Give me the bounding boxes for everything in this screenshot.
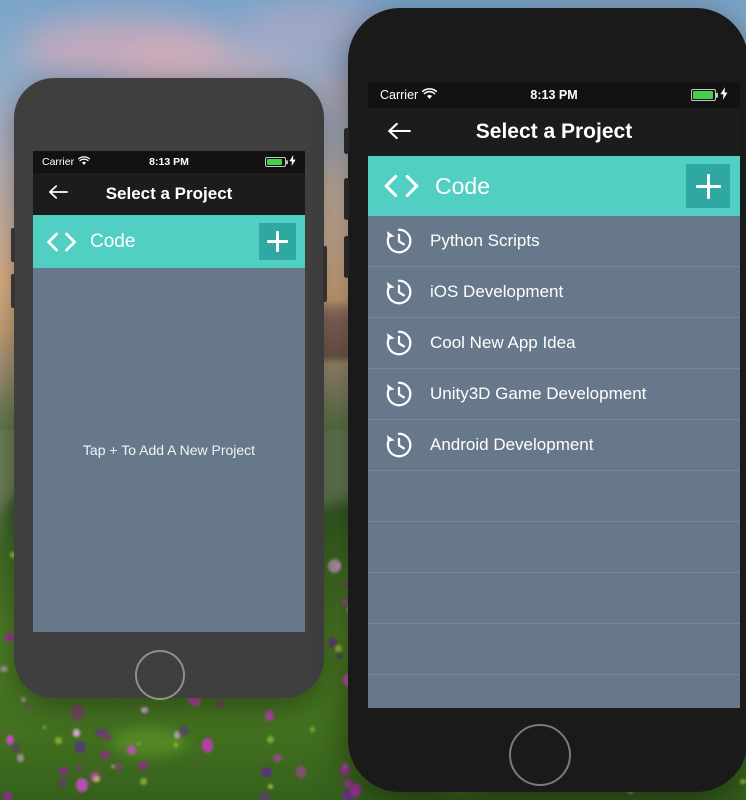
back-button[interactable] xyxy=(43,173,73,215)
history-clock-icon xyxy=(382,275,416,309)
nav-bar: Select a Project xyxy=(368,108,740,156)
project-label: iOS Development xyxy=(430,282,564,301)
flower xyxy=(179,726,189,737)
flower xyxy=(59,778,66,787)
bud xyxy=(739,778,746,785)
carrier-label: Carrier xyxy=(380,88,419,102)
project-list-empty-row xyxy=(368,573,740,624)
project-list-empty-row xyxy=(368,471,740,522)
phone-left-screen: Carrier 8:13 PM Select a Project Code Ta… xyxy=(33,151,305,632)
project-list: Tap + To Add A New Project xyxy=(33,268,305,632)
page-title: Select a Project xyxy=(105,184,233,203)
history-clock-icon xyxy=(382,428,416,462)
phone-right: Carrier 8:13 PM Select a Project Code Py… xyxy=(344,8,746,792)
bud xyxy=(110,764,115,769)
back-button[interactable] xyxy=(382,108,416,156)
status-bar-left: Carrier xyxy=(380,87,438,103)
history-clock-icon xyxy=(382,326,416,360)
project-label: Unity3D Game Development xyxy=(430,384,647,403)
lightning-bolt-icon xyxy=(289,155,296,169)
flower xyxy=(104,733,112,740)
flower xyxy=(75,765,82,772)
bud xyxy=(55,737,62,744)
bud xyxy=(266,735,274,743)
wifi-icon xyxy=(77,155,90,169)
project-list-empty-row xyxy=(368,522,740,573)
status-bar: Carrier 8:13 PM xyxy=(368,82,740,108)
lightning-bolt-icon xyxy=(720,87,728,103)
flower xyxy=(139,760,148,771)
code-brackets-icon xyxy=(45,231,79,253)
plus-icon xyxy=(267,231,288,252)
bud xyxy=(335,644,343,652)
project-label: Python Scripts xyxy=(430,231,540,250)
battery-icon xyxy=(264,157,286,167)
add-project-button[interactable] xyxy=(259,223,296,260)
arrow-left-icon xyxy=(387,118,411,147)
volume-up-button[interactable] xyxy=(344,178,349,220)
project-list-empty-row xyxy=(368,675,740,708)
history-clock-icon xyxy=(382,377,416,411)
volume-down-button[interactable] xyxy=(344,236,349,278)
project-list-item[interactable]: Cool New App Idea xyxy=(368,318,740,369)
project-list-item[interactable]: Python Scripts xyxy=(368,216,740,267)
flower xyxy=(261,767,272,778)
empty-state-message: Tap + To Add A New Project xyxy=(82,442,256,458)
code-brackets-icon xyxy=(382,173,422,199)
flower xyxy=(20,697,27,702)
page-title: Select a Project xyxy=(475,120,633,143)
volume-up-button[interactable] xyxy=(11,228,15,262)
section-header[interactable]: Code xyxy=(33,215,305,268)
phone-right-screen: Carrier 8:13 PM Select a Project Code Py… xyxy=(368,82,740,708)
bud xyxy=(93,775,100,783)
project-list-empty-row xyxy=(368,624,740,675)
flower xyxy=(258,792,271,800)
flower xyxy=(264,709,274,721)
status-bar: Carrier 8:13 PM xyxy=(33,151,305,173)
phone-left: Carrier 8:13 PM Select a Project Code Ta… xyxy=(11,78,327,700)
project-label: Android Development xyxy=(430,435,594,454)
flower xyxy=(201,737,214,753)
flower xyxy=(2,792,13,800)
screenshot-stage: Carrier 8:13 PM Select a Project Code Ta… xyxy=(0,0,746,800)
flower xyxy=(295,765,307,778)
project-label: Cool New App Idea xyxy=(430,333,576,352)
wifi-icon xyxy=(422,87,438,103)
project-list: Python Scripts iOS Development Cool New … xyxy=(368,216,740,708)
home-button[interactable] xyxy=(135,650,185,700)
history-clock-icon xyxy=(382,224,416,258)
volume-down-button[interactable] xyxy=(11,274,15,308)
add-project-button[interactable] xyxy=(686,164,730,208)
status-bar-left: Carrier xyxy=(42,155,90,169)
section-title: Code xyxy=(90,230,136,252)
flower xyxy=(141,707,148,713)
home-button[interactable] xyxy=(509,724,571,786)
project-list-item[interactable]: iOS Development xyxy=(368,267,740,318)
section-title: Code xyxy=(435,172,490,199)
status-bar-right xyxy=(691,87,728,103)
plus-icon xyxy=(695,173,721,199)
battery-icon xyxy=(691,89,717,101)
bud xyxy=(140,778,147,785)
flower xyxy=(336,653,343,660)
ring-silent-switch[interactable] xyxy=(344,128,349,154)
status-bar-right xyxy=(264,155,296,169)
carrier-label: Carrier xyxy=(42,156,75,168)
project-list-item[interactable]: Unity3D Game Development xyxy=(368,369,740,420)
flower xyxy=(99,750,110,759)
flower xyxy=(342,779,353,788)
flower xyxy=(58,766,68,777)
arrow-left-icon xyxy=(48,182,68,206)
project-list-item[interactable]: Android Development xyxy=(368,420,740,471)
power-button[interactable] xyxy=(323,246,327,302)
nav-bar: Select a Project xyxy=(33,173,305,215)
flower xyxy=(273,754,282,762)
flower xyxy=(73,728,80,737)
section-header[interactable]: Code xyxy=(368,156,740,216)
